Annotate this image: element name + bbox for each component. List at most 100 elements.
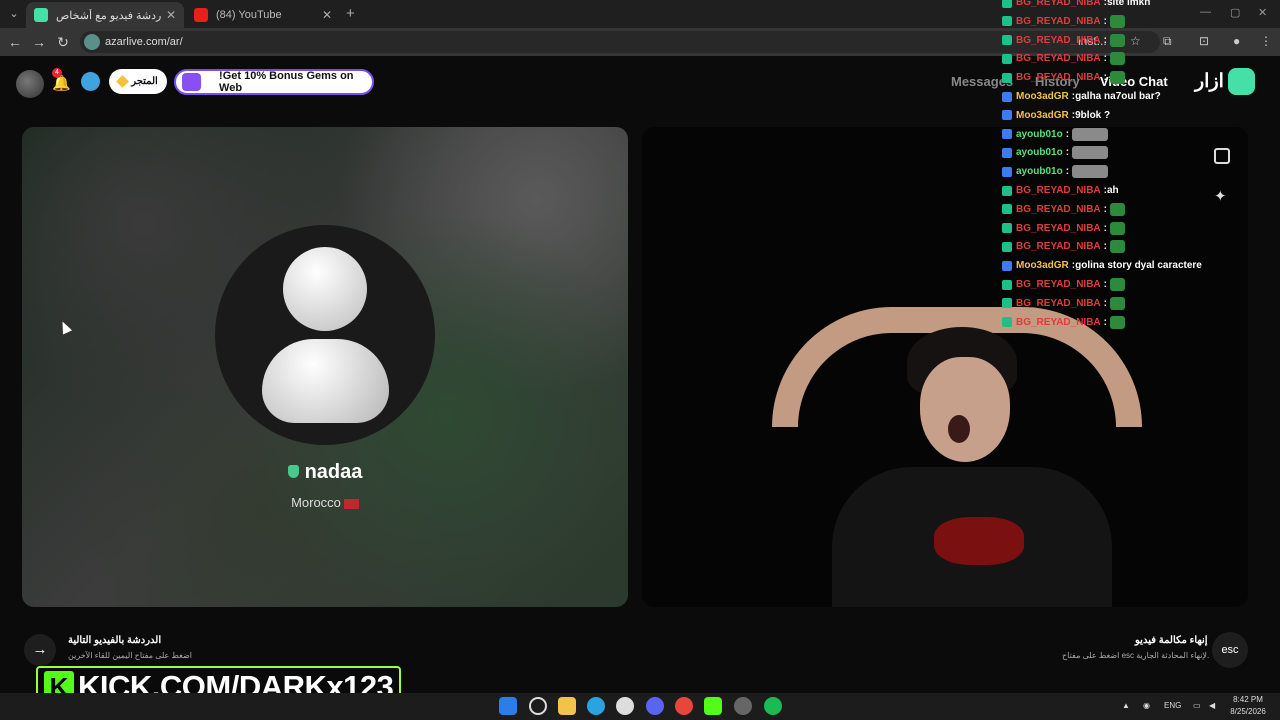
chat-message: BG_REYAD_NIBA: site imkn — [1002, 0, 1150, 11]
tab-title: (84) YouTube — [216, 9, 282, 21]
chat-separator: : — [1103, 34, 1107, 46]
chat-username: BG_REYAD_NIBA — [1016, 222, 1101, 234]
chat-badge-icon — [1002, 204, 1012, 215]
next-chat-subtitle: اضغط على مفتاح اليمين للقاء الآخرين — [68, 651, 193, 660]
volume-icon[interactable]: ◀ — [1209, 701, 1215, 710]
chat-bubble-icon[interactable] — [81, 72, 100, 91]
stream-chat-overlay: BG_REYAD_NIBA: site imkn BG_REYAD_NIBA: B… — [1002, 0, 1272, 334]
chat-badge-icon — [1002, 298, 1012, 309]
chat-username: ayoub01o — [1016, 128, 1063, 140]
chrome-icon[interactable] — [675, 697, 693, 715]
chat-badge-icon — [1002, 129, 1012, 140]
chat-message: BG_REYAD_NIBA: — [1002, 69, 1125, 86]
chat-emote-icon — [1110, 240, 1125, 254]
chat-badge-icon — [1002, 166, 1012, 177]
camera-mouth — [948, 415, 970, 443]
search-icon[interactable] — [529, 697, 547, 715]
my-avatar[interactable] — [16, 70, 44, 98]
morocco-flag-icon — [343, 498, 359, 509]
close-tab-icon[interactable]: ✕ — [322, 8, 332, 22]
peer-name: nadaa — [22, 461, 628, 484]
tab-azar[interactable]: أزار دردشة فيديو مع أشخاص ✕ — [26, 2, 184, 28]
chat-badge-icon — [1002, 241, 1012, 252]
chat-message: BG_REYAD_NIBA: ah — [1002, 182, 1119, 199]
chat-message: Moo3adGR: golina story dyal caractere — [1002, 257, 1202, 274]
chat-separator: : — [1103, 72, 1107, 84]
file-explorer-icon[interactable] — [558, 697, 576, 715]
network-icon[interactable]: ▭ — [1193, 701, 1201, 710]
bonus-gems-promo-button[interactable]: !Get 10% Bonus Gems on Web — [174, 69, 374, 95]
peer-avatar — [215, 225, 435, 445]
address-bar[interactable]: azarlive.com/ar/ — [80, 31, 1160, 53]
discord-icon[interactable] — [646, 697, 664, 715]
chat-separator: : — [1103, 297, 1107, 309]
chat-emote-icon — [1110, 202, 1125, 216]
chat-message: BG_REYAD_NIBA: — [1002, 238, 1125, 255]
notification-badge: 4 — [52, 68, 62, 78]
kick-app-icon[interactable] — [704, 697, 722, 715]
esc-end-call-button[interactable]: esc — [1212, 632, 1248, 668]
chat-message: BG_REYAD_NIBA: — [1002, 314, 1125, 331]
site-info-icon[interactable] — [84, 34, 100, 50]
chat-badge-icon — [1002, 72, 1012, 83]
next-chat-button[interactable]: → — [24, 634, 56, 666]
back-icon[interactable]: ← — [6, 33, 24, 51]
chat-username: BG_REYAD_NIBA — [1016, 34, 1101, 46]
chat-text: 9blok ? — [1075, 109, 1111, 121]
chat-badge-icon — [1002, 223, 1012, 234]
store-button[interactable]: المتجر — [109, 69, 167, 94]
chat-message: ayoub01o: — [1002, 126, 1109, 143]
chat-message: BG_REYAD_NIBA: — [1002, 32, 1125, 49]
chat-message: BG_REYAD_NIBA: — [1002, 50, 1125, 67]
microphone-icon[interactable]: ◉ — [1143, 701, 1150, 710]
forward-icon[interactable]: → — [30, 33, 48, 51]
chat-username: Moo3adGR — [1016, 260, 1069, 272]
chat-message: Moo3adGR: galha na7oul bar? — [1002, 88, 1161, 105]
end-call-title: إنهاء مكالمة فيديو — [1135, 635, 1208, 646]
chat-username: BG_REYAD_NIBA — [1016, 15, 1101, 27]
reload-icon[interactable]: ↻ — [54, 33, 72, 51]
chat-message: BG_REYAD_NIBA: — [1002, 220, 1125, 237]
chat-badge-icon — [1002, 110, 1012, 121]
tray-overflow-icon[interactable]: ▲ — [1122, 701, 1130, 710]
start-windows-icon[interactable] — [499, 697, 517, 715]
chat-message: ayoub01o: — [1002, 144, 1109, 161]
chat-badge-icon — [1002, 279, 1012, 290]
chat-separator: : — [1103, 279, 1107, 290]
app-icon[interactable] — [734, 697, 752, 715]
chat-emote-icon — [1110, 296, 1125, 310]
obs-icon[interactable] — [616, 697, 634, 715]
chat-username: BG_REYAD_NIBA — [1016, 241, 1101, 253]
self-camera-feed — [772, 287, 1142, 607]
chat-username: ayoub01o — [1016, 166, 1063, 178]
chat-username: BG_REYAD_NIBA — [1016, 185, 1101, 196]
azar-favicon-icon — [34, 8, 48, 22]
clock-time: 8:42 PM — [1233, 695, 1263, 704]
chat-badge-icon — [1002, 35, 1012, 46]
default-avatar-body — [262, 339, 389, 423]
spotify-icon[interactable] — [764, 697, 782, 715]
chat-separator: : — [1103, 203, 1107, 215]
chat-separator: : — [1103, 53, 1107, 65]
telegram-icon[interactable] — [587, 697, 605, 715]
chat-separator: : — [1065, 128, 1070, 140]
peer-country: Morocco — [22, 495, 628, 510]
new-tab-button[interactable]: + — [346, 5, 355, 22]
chat-message: BG_REYAD_NIBA: — [1002, 13, 1125, 30]
default-avatar-head — [283, 247, 367, 331]
chat-message: Moo3adGR: 9blok ? — [1002, 107, 1110, 124]
tab-search-icon[interactable]: ⌄ — [6, 6, 22, 22]
chat-username: BG_REYAD_NIBA — [1016, 316, 1101, 328]
taskbar-clock[interactable]: 8:42 PM 8/25/2026 — [1222, 694, 1274, 718]
peer-video-panel: nadaa Morocco — [22, 127, 628, 607]
close-tab-icon[interactable]: ✕ — [166, 8, 176, 22]
chat-username: BG_REYAD_NIBA — [1016, 53, 1101, 65]
chat-separator: : — [1103, 15, 1107, 27]
language-indicator[interactable]: ENG — [1164, 701, 1181, 710]
chat-username: BG_REYAD_NIBA — [1016, 72, 1101, 84]
chat-text: site imkn — [1107, 0, 1151, 8]
chat-emote-icon — [1110, 278, 1125, 291]
chat-username: ayoub01o — [1016, 147, 1063, 159]
tab-youtube[interactable]: (84) YouTube ✕ — [186, 2, 340, 28]
chat-emote-icon — [1072, 165, 1109, 179]
